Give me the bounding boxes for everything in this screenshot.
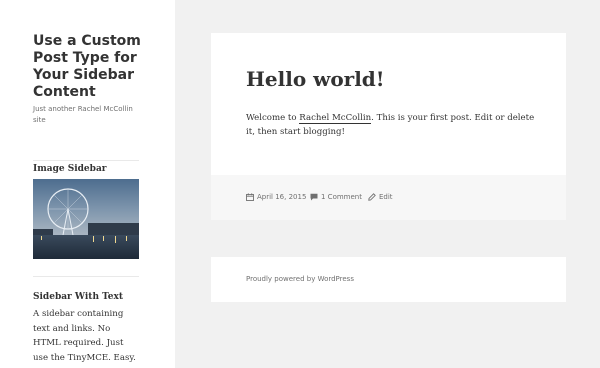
author-link[interactable]: Rachel McCollin [299, 113, 372, 124]
calendar-icon [246, 193, 254, 201]
post-meta-bar: April 16, 2015 1 Comment Edit [211, 175, 566, 220]
post-body: Welcome to Rachel McCollin. This is your… [246, 111, 536, 139]
post-card: Hello world! Welcome to Rachel McCollin.… [211, 33, 566, 175]
widget-text-sidebar: Sidebar With Text A sidebar containing t… [33, 276, 139, 365]
post-date-label: April 16, 2015 [257, 193, 307, 201]
post-edit[interactable]: Edit [368, 193, 393, 201]
post-title[interactable]: Hello world! [246, 66, 385, 92]
sidebar: Use a Custom Post Type for Your Sidebar … [0, 0, 175, 368]
post-body-text: Welcome to [246, 113, 300, 123]
pencil-icon [368, 193, 376, 201]
widget-image-sidebar: Image Sidebar [33, 160, 139, 259]
widget-text: A sidebar containing text and links. No … [33, 309, 136, 363]
post-comments-label: 1 Comment [321, 193, 362, 201]
widget-title: Sidebar With Text [33, 292, 124, 302]
site-description: Just another Rachel McCollin site [33, 105, 133, 124]
london-eye-photo [33, 179, 139, 259]
site-footer: Proudly powered by WordPress [211, 257, 566, 302]
widget-title: Image Sidebar [33, 164, 107, 174]
site-title[interactable]: Use a Custom Post Type for Your Sidebar … [33, 33, 173, 101]
powered-by-link[interactable]: Proudly powered by WordPress [246, 275, 354, 283]
post-comments[interactable]: 1 Comment [310, 193, 362, 201]
post-date[interactable]: April 16, 2015 [246, 193, 306, 201]
post-edit-label: Edit [379, 193, 393, 201]
comment-icon [310, 193, 318, 201]
